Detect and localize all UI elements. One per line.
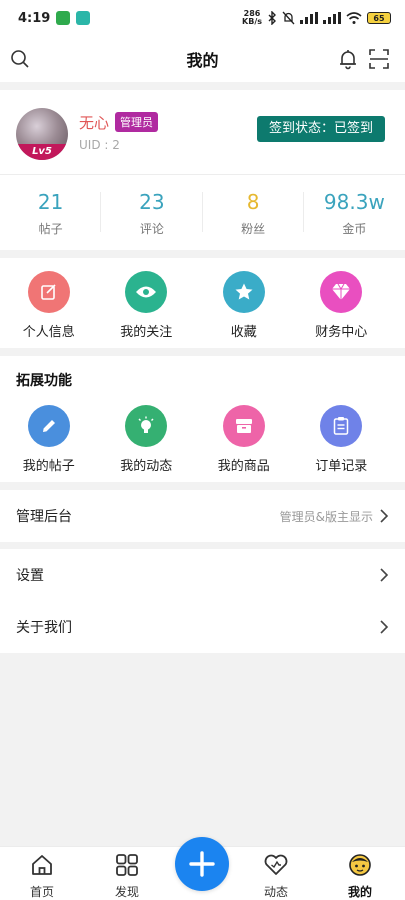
- admin-panel-row[interactable]: 管理后台 管理员&版主显示: [0, 490, 405, 542]
- app-notification-icon: [76, 11, 91, 25]
- page-title: 我的: [186, 51, 219, 70]
- role-badge: 管理员: [115, 112, 158, 132]
- chevron-right-icon: [380, 620, 389, 634]
- signal-icon: [300, 12, 318, 24]
- home-icon: [32, 855, 52, 875]
- stat-comments[interactable]: 23 评论: [101, 186, 203, 246]
- wifi-icon: [346, 12, 362, 24]
- menu-favorites[interactable]: 收藏: [195, 271, 293, 348]
- scan-icon[interactable]: [368, 48, 390, 70]
- menu-label: 我的关注: [120, 325, 173, 340]
- battery-indicator: 65: [367, 12, 391, 24]
- heart-icon: [264, 854, 288, 875]
- stat-posts[interactable]: 21 帖子: [0, 186, 102, 246]
- bluetooth-icon: [268, 11, 276, 25]
- eye-icon: [125, 271, 168, 313]
- page-header: 我的: [0, 36, 405, 82]
- section-title: 拓展功能: [16, 373, 72, 389]
- ext-my-products[interactable]: 我的商品: [195, 405, 293, 482]
- stat-label: 金币: [342, 222, 367, 236]
- tab-label: 首页: [29, 885, 54, 899]
- stats-row: 21 帖子 23 评论 8 粉丝 98.3w 金币: [0, 186, 405, 246]
- user-id: UID : 2: [79, 138, 120, 152]
- edit-icon: [27, 271, 70, 313]
- download-notification-icon: [56, 11, 71, 25]
- tab-label: 动态: [263, 885, 288, 899]
- add-post-button[interactable]: [175, 837, 229, 891]
- menu-label: 收藏: [230, 325, 257, 340]
- profile-card: Lv5 无心 管理员 UID : 2 签到状态：已签到 21 帖子 23 评论 …: [0, 90, 405, 250]
- extended-features: 拓展功能 我的帖子 我的动态 我的商品 订单记录: [0, 356, 405, 482]
- quick-menu: 个人信息 我的关注 收藏 财务中心: [0, 258, 405, 348]
- row-label: 管理后台: [16, 509, 72, 525]
- stat-label: 粉丝: [241, 222, 266, 236]
- about-us-row[interactable]: 关于我们: [0, 601, 405, 653]
- stat-coins[interactable]: 98.3w 金币: [304, 186, 405, 246]
- avatar[interactable]: Lv5: [16, 108, 68, 160]
- lightbulb-icon: [125, 405, 168, 447]
- face-icon: [349, 854, 371, 876]
- tab-discover[interactable]: 发现: [97, 853, 157, 900]
- tab-activity[interactable]: 动态: [246, 853, 306, 900]
- tab-home[interactable]: 首页: [12, 853, 72, 900]
- menu-finance-center[interactable]: 财务中心: [293, 271, 391, 348]
- stat-fans[interactable]: 8 粉丝: [203, 186, 305, 246]
- search-icon[interactable]: [9, 48, 31, 70]
- tab-label: 我的: [347, 885, 372, 899]
- user-name: 无心: [79, 114, 110, 132]
- box-icon: [222, 405, 265, 447]
- tab-label: 发现: [114, 885, 139, 899]
- grid-icon: [116, 854, 138, 876]
- menu-label: 个人信息: [22, 325, 75, 340]
- menu-personal-info[interactable]: 个人信息: [0, 271, 98, 348]
- tab-mine[interactable]: 我的: [330, 853, 390, 900]
- status-bar: 4:19 286 KB/s 65: [0, 0, 405, 36]
- level-badge: Lv5: [16, 144, 68, 160]
- menu-label: 财务中心: [315, 325, 368, 340]
- clipboard-icon: [320, 405, 363, 447]
- stat-value: 21: [37, 190, 64, 214]
- stat-label: 帖子: [38, 222, 63, 236]
- signal-icon-2: [323, 12, 341, 24]
- chevron-right-icon: [380, 568, 389, 582]
- sign-in-status-button[interactable]: 签到状态：已签到: [257, 116, 385, 142]
- chevron-right-icon: [380, 509, 389, 523]
- stat-value: 8: [246, 190, 260, 214]
- menu-label: 订单记录: [315, 459, 368, 474]
- ext-my-activity[interactable]: 我的动态: [98, 405, 196, 482]
- menu-label: 我的帖子: [22, 459, 75, 474]
- status-time: 4:19: [18, 10, 51, 26]
- menu-label: 我的商品: [217, 459, 270, 474]
- star-icon: [222, 271, 265, 313]
- row-label: 关于我们: [16, 620, 72, 636]
- stat-label: 评论: [139, 222, 164, 236]
- mute-bell-icon: [282, 11, 295, 25]
- stat-value: 23: [139, 190, 165, 214]
- ext-my-posts[interactable]: 我的帖子: [0, 405, 98, 482]
- diamond-icon: [320, 271, 363, 313]
- bell-icon[interactable]: [337, 48, 359, 70]
- row-hint: 管理员&版主显示: [279, 509, 373, 524]
- settings-row[interactable]: 设置: [0, 549, 405, 601]
- menu-label: 我的动态: [120, 459, 173, 474]
- divider: [0, 174, 405, 175]
- stat-value: 98.3w: [323, 190, 385, 214]
- row-label: 设置: [16, 568, 44, 584]
- menu-my-follows[interactable]: 我的关注: [98, 271, 196, 348]
- ext-order-records[interactable]: 订单记录: [293, 405, 391, 482]
- network-speed: 286 KB/s: [242, 9, 262, 26]
- plus-icon: [189, 851, 215, 877]
- pencil-icon: [27, 405, 70, 447]
